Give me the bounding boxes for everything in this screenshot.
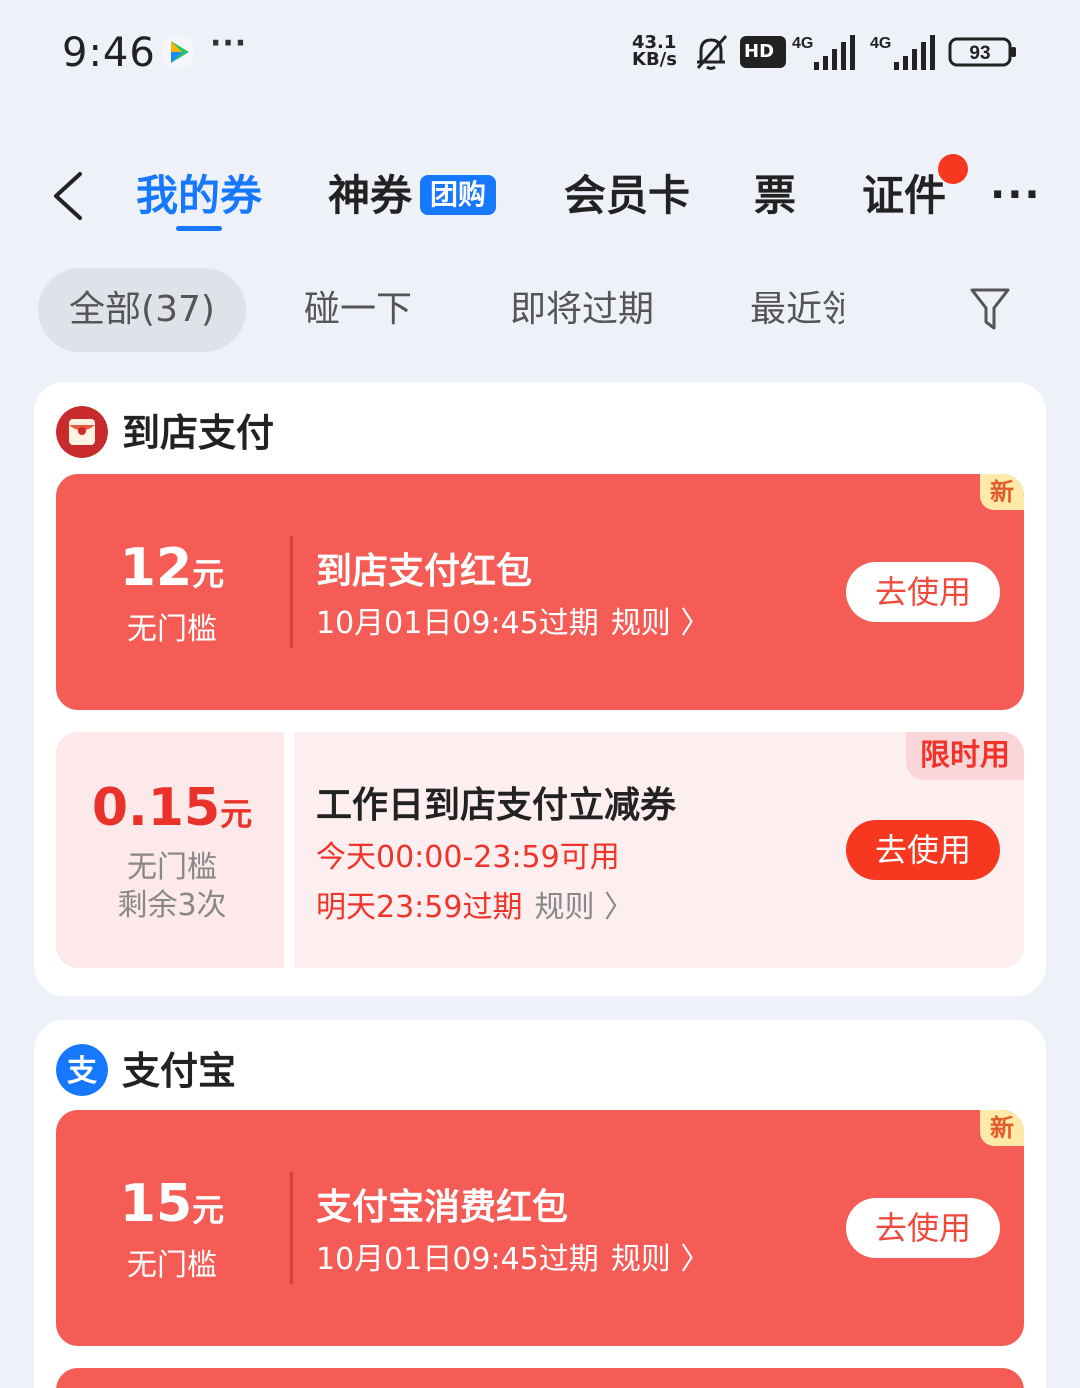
bell-muted-icon [696,35,728,70]
amount-value: 12 [119,538,193,598]
net-speed: 43.1 KB/s [632,34,677,70]
svg-text:支: 支 [67,1054,97,1089]
coupon-divider [290,1172,293,1284]
filter-expiring[interactable]: 即将过期 [510,268,654,352]
use-button[interactable]: 去使用 [846,820,1000,880]
coupon-card[interactable]: 0.15元 无门槛 剩余3次 工作日到店支付立减券 今天00:00-23:59可… [56,732,1024,968]
amount-value: 0.15 [91,778,221,838]
battery-icon: 93 [948,37,1016,67]
svg-text:4G: 4G [792,35,813,52]
rule-link[interactable]: 规则 〉 [534,890,634,925]
rule-link[interactable]: 规则 〉 [611,1242,711,1277]
svg-text:93: 93 [969,43,990,64]
tab-tickets[interactable]: 票 [754,170,796,222]
coupon-availability: 今天00:00-23:59可用 [316,840,620,875]
filter-all[interactable]: 全部(37) [38,268,246,352]
coupon-condition: 无门槛 [127,1248,217,1283]
coupon-card-partial[interactable] [56,1368,1024,1388]
coupon-remaining: 剩余3次 [117,888,227,923]
amount-unit: 元 [192,1191,225,1229]
coupon-amount: 0.15元 [56,778,288,838]
status-more-icon: ··· [210,26,248,61]
svg-text:4G: 4G [870,35,891,52]
tab-god-coupons-label: 神券 [328,171,413,220]
coupon-expiry: 明天23:59过期 [316,890,523,925]
group-title: 到店支付 [122,411,275,455]
amount-unit: 元 [192,555,225,593]
status-time: 9:46 [62,30,156,76]
coupon-title: 到店支付红包 [316,551,533,592]
rule-link[interactable]: 规则 〉 [611,606,711,641]
new-tag: 新 [980,1110,1024,1146]
more-menu-icon[interactable]: ··· [990,172,1042,218]
coupon-card[interactable]: 12元 无门槛 到店支付红包 10月01日09:45过期 规则 〉 去使用 新 [56,474,1024,710]
group-title: 支付宝 [122,1049,237,1093]
coupon-amount: 12元 [56,538,288,598]
limited-time-tag: 限时用 [906,732,1024,780]
filter-recent[interactable]: 最近领 [750,268,844,352]
status-bar: 9:46 ··· 43.1 KB/s HD 4G 4G 93 [0,0,1080,100]
new-tag: 新 [980,474,1024,510]
coupon-title: 工作日到店支付立减券 [316,785,677,826]
amount-unit: 元 [220,795,253,833]
coupon-card[interactable]: 15元 无门槛 支付宝消费红包 10月01日09:45过期 规则 〉 去使用 新 [56,1110,1024,1346]
coupon-group-store-pay: 到店支付 12元 无门槛 到店支付红包 10月01日09:45过期 规则 〉 去使… [34,382,1046,996]
coupon-title: 支付宝消费红包 [316,1187,569,1228]
signal-icon: 4G [792,35,855,70]
coupon-expiry: 10月01日09:45过期 [316,1242,599,1277]
amount-value: 15 [119,1174,193,1234]
notification-dot [938,154,968,184]
video-app-icon [161,35,195,69]
group-buy-badge: 团购 [420,174,497,215]
alipay-logo-icon: 支 [56,1044,108,1096]
red-envelope-icon [56,406,108,458]
tab-god-coupons[interactable]: 神券 团购 [328,170,497,222]
back-arrow-icon[interactable] [44,170,92,222]
net-speed-unit: KB/s [632,49,677,70]
tab-documents[interactable]: 证件 [862,170,946,222]
tab-my-coupons[interactable]: 我的券 [136,170,262,222]
use-button[interactable]: 去使用 [846,562,1000,622]
coupon-expiry-line: 明天23:59过期 规则 〉 [316,882,634,926]
signal-icon-2: 4G [870,35,935,70]
tab-member-card[interactable]: 会员卡 [564,170,690,222]
top-nav: 我的券 神券 团购 会员卡 票 证件 ··· [0,150,1080,250]
coupon-expiry-line: 10月01日09:45过期 规则 〉 [316,1234,710,1278]
coupon-divider [290,536,293,648]
use-button[interactable]: 去使用 [846,1198,1000,1258]
tab-active-underline [176,226,222,231]
coupon-group-alipay: 支 支付宝 15元 无门槛 支付宝消费红包 10月01日09:45过期 规则 〉 … [34,1020,1046,1388]
hd-indicator: HD [740,36,786,68]
filter-tap[interactable]: 碰一下 [304,268,412,352]
filter-icon[interactable] [968,286,1012,332]
coupon-expiry: 10月01日09:45过期 [316,606,599,641]
coupon-condition: 无门槛 [127,612,217,647]
coupon-amount: 15元 [56,1174,288,1234]
coupon-expiry-line: 10月01日09:45过期 规则 〉 [316,598,710,642]
filter-row: 全部(37) 碰一下 即将过期 最近领 [0,268,1080,354]
